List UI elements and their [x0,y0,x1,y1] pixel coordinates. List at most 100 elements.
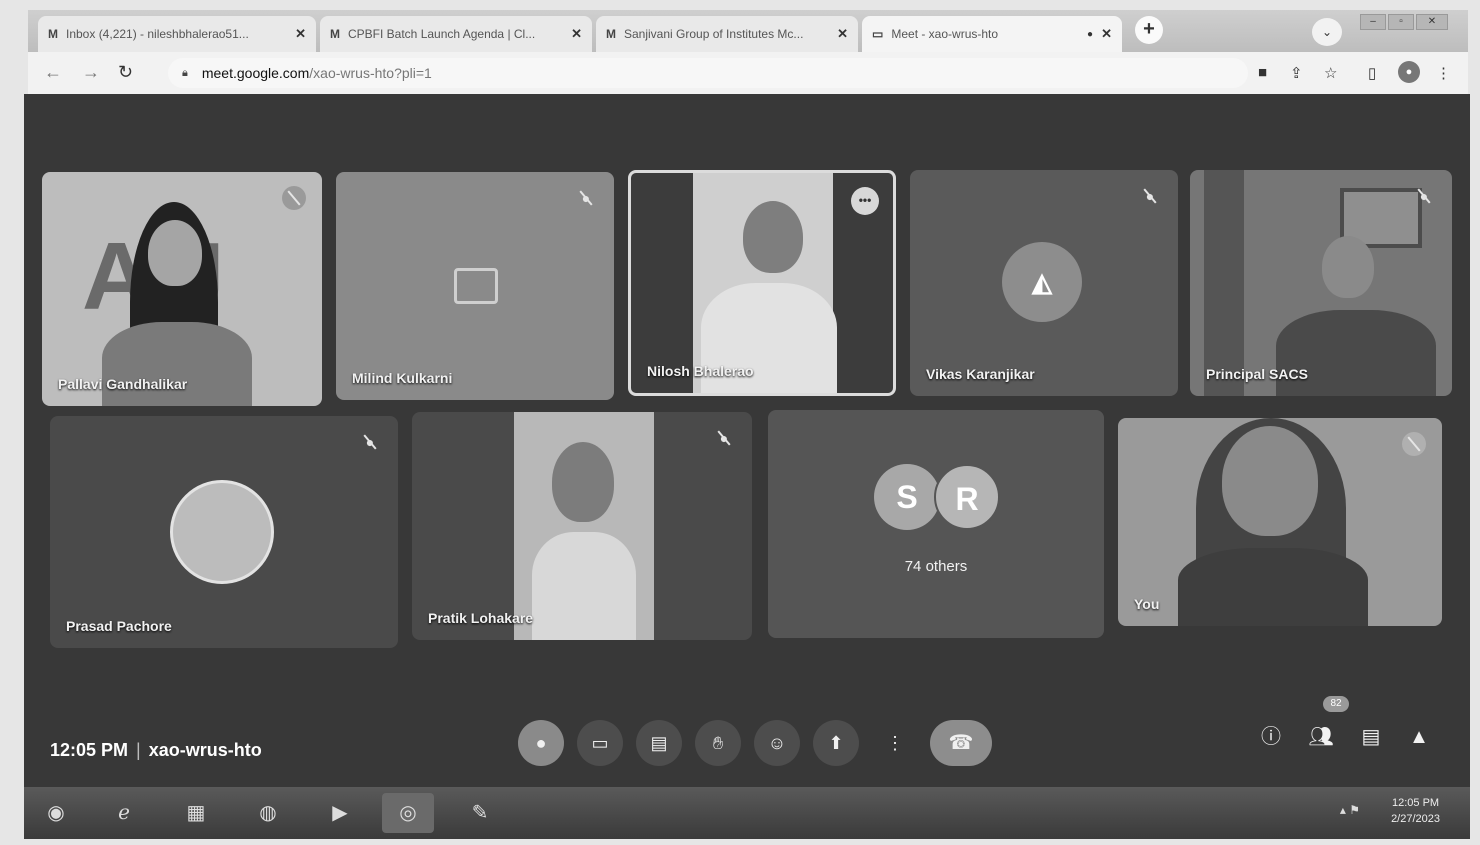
camera-toggle-button[interactable]: ▭ [577,720,623,766]
participant-tile-speaking[interactable]: ••• Nilosh Bhalerao [628,170,896,396]
recording-icon: ● [1087,28,1094,40]
back-icon[interactable]: ← [44,62,62,83]
taskbar-date: 2/27/2023 [1391,813,1440,825]
participant-name: You [1134,596,1160,612]
others-tile[interactable]: S R 74 others [768,410,1104,638]
participant-name: Nilosh Bhalerao [647,363,754,379]
taskbar-explorer[interactable]: ▦ [170,793,222,833]
minimize-button[interactable]: – [1360,14,1386,30]
participant-tile[interactable]: ◭ ● Vikas Karanjikar [910,170,1178,396]
meeting-info: 12:05 PM | xao-wrus-hto [50,740,262,761]
self-view-tile[interactable]: You [1118,418,1442,626]
taskbar-media-player[interactable]: ▶ [314,793,366,833]
close-icon[interactable]: ✕ [1101,26,1112,42]
meeting-details-button[interactable]: ⓘ [1256,722,1286,752]
browser-tab-strip: M Inbox (4,221) - nileshbhalerao51... ✕ … [28,10,1468,52]
paint-icon: ✎ [471,802,489,824]
meet-stage: AJ Pallavi Gandhalikar ● Milind Kulkarni… [24,94,1470,800]
close-icon[interactable]: ✕ [837,26,848,42]
camera-icon: ▭ [591,733,609,753]
hand-icon: ✋︎ [712,733,724,753]
participant-name: Pallavi Gandhalikar [58,376,188,392]
avatar: ◭ [1002,242,1082,322]
participant-video-face [1322,236,1374,298]
others-count: 74 others [904,558,968,575]
mic-off-icon: ● [358,430,382,454]
taskbar-paint[interactable]: ✎ [454,793,506,833]
tab-title: Meet - xao-wrus-hto [891,27,999,41]
avatar[interactable]: ● [1398,61,1420,83]
more-options-button[interactable]: ⋮ [872,720,918,766]
address-bar[interactable]: 🔒︎ meet.google.com /xao-wrus-hto?pli=1 [168,58,1248,88]
participant-video-curtain [1204,170,1244,396]
side-panel-icon[interactable]: ▯ [1368,64,1376,82]
separator: | [136,740,141,760]
info-icon: ⓘ [1261,726,1281,748]
pin-icon[interactable] [1402,432,1426,456]
people-icon: 👥︎ [1308,726,1334,748]
mic-off-icon: ● [574,186,598,210]
avatar: S [874,464,940,530]
microphone-toggle-button[interactable]: ● [518,720,564,766]
participant-name: Pratik Lohakare [428,610,534,626]
start-button[interactable]: ◉ [30,793,82,833]
url-path: /xao-wrus-hto?pli=1 [309,65,432,81]
close-icon[interactable]: ✕ [571,26,582,42]
present-icon: ⬆ [828,733,844,753]
mic-off-icon: ● [535,733,547,753]
maximize-button[interactable]: ▫ [1388,14,1414,30]
folder-icon: ▦ [186,802,206,824]
tab-sanjivani[interactable]: M Sanjivani Group of Institutes Mc... ✕ [596,16,858,52]
tab-title: CPBFI Batch Launch Agenda | Cl... [348,27,536,41]
menu-dots-icon[interactable]: ⋮ [1436,64,1451,82]
bookmark-star-icon[interactable]: ☆ [1324,64,1337,82]
chat-button[interactable]: ▤ [1356,722,1386,752]
participant-tile[interactable]: AJ Pallavi Gandhalikar [42,172,322,406]
tab-meet[interactable]: ▭ Meet - xao-wrus-hto ● ✕ [862,16,1122,52]
participant-video-body [1276,310,1436,396]
video-off-icon [454,268,498,304]
new-tab-button[interactable]: + [1135,16,1163,44]
tab-inbox[interactable]: M Inbox (4,221) - nileshbhalerao51... ✕ [38,16,316,52]
windows-logo-icon: ◉ [47,802,65,824]
close-icon[interactable]: ✕ [295,26,306,42]
captions-icon: ▤ [650,733,668,753]
taskbar-ie[interactable]: ℯ [98,793,150,833]
tab-title: Inbox (4,221) - nileshbhalerao51... [66,27,249,41]
windows-taskbar: ◉ ℯ ▦ ◍ ▶ ◎ ✎ ▴ ⚑ 12:05 PM 2/27/2023 [24,787,1470,839]
mic-off-icon: ● [1138,184,1162,208]
taskbar-clock[interactable]: 12:05 PM 2/27/2023 [1391,795,1440,827]
mic-off-icon: ● [1412,184,1436,208]
reactions-button[interactable]: ☺ [754,720,800,766]
pin-icon[interactable] [282,186,306,210]
reload-icon[interactable]: ↻ [118,62,133,83]
internet-explorer-icon: ℯ [118,802,130,824]
tab-search-button[interactable]: ⌄ [1312,18,1342,46]
taskbar-firefox[interactable]: ◍ [242,793,294,833]
taskbar-chrome[interactable]: ◎ [382,793,434,833]
tab-cpbfi-agenda[interactable]: M CPBFI Batch Launch Agenda | Cl... ✕ [320,16,592,52]
camera-in-use-icon[interactable]: ■ [1258,64,1267,81]
taskbar-time: 12:05 PM [1391,797,1440,809]
raise-hand-button[interactable]: ✋︎ [695,720,741,766]
system-tray[interactable]: ▴ ⚑ [1340,803,1360,817]
share-icon[interactable]: ⇪ [1290,64,1303,82]
more-vert-icon: ⋮ [886,733,904,753]
participant-tile[interactable]: ● Principal SACS [1190,170,1452,396]
participant-tile[interactable]: ● Prasad Pachore [50,416,398,648]
present-screen-button[interactable]: ⬆ [813,720,859,766]
chrome-icon: ◎ [399,802,417,824]
forward-icon[interactable]: → [82,62,100,83]
activities-button[interactable]: ▲ [1404,722,1434,752]
close-window-button[interactable]: ✕ [1416,14,1448,30]
hang-up-icon: ☎︎ [948,732,974,754]
more-options-icon[interactable]: ••• [851,187,879,215]
people-button[interactable]: 👥︎ [1306,722,1336,752]
participant-tile[interactable]: ● Milind Kulkarni [336,172,614,400]
captions-button[interactable]: ▤ [636,720,682,766]
leave-call-button[interactable]: ☎︎ [930,720,992,766]
participant-video-face [552,442,614,522]
participant-name: Principal SACS [1206,366,1308,382]
participant-tile[interactable]: ● Pratik Lohakare [412,412,752,640]
mic-off-icon: ● [712,426,736,450]
